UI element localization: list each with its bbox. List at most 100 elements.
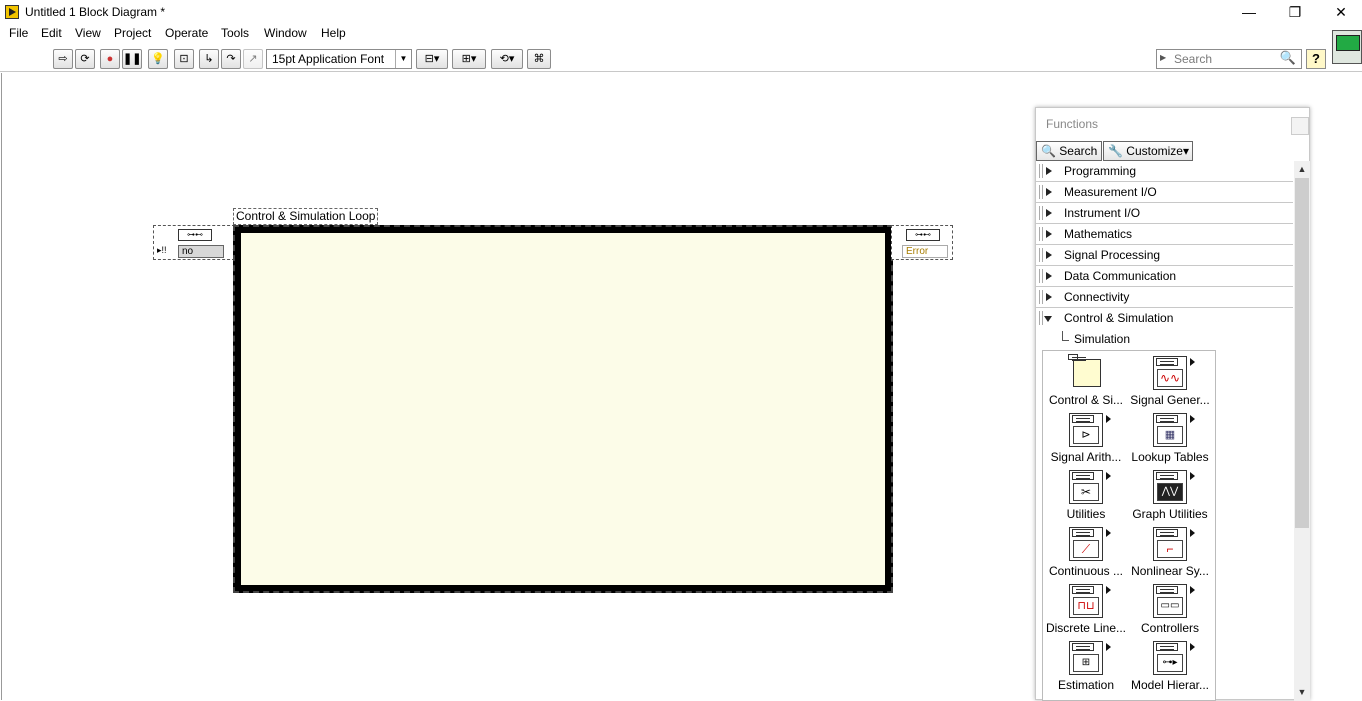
subcategory-label: Simulation bbox=[1074, 332, 1131, 346]
menu-help[interactable]: Help bbox=[321, 26, 346, 40]
clean-up-diagram-button[interactable]: ⌘ bbox=[527, 49, 551, 69]
palette-item-control-simulation-loop[interactable]: Control & Si... bbox=[1043, 351, 1129, 408]
step-over-button[interactable]: ↷ bbox=[221, 49, 241, 69]
category-label: Measurement I/O bbox=[1064, 185, 1157, 199]
subcategory-simulation[interactable]: Simulation bbox=[1036, 329, 1293, 350]
subpalette-header-icon bbox=[1072, 472, 1094, 480]
menu-bar: File Edit View Project Operate Tools Win… bbox=[0, 24, 1362, 44]
pause-button[interactable]: ❚❚ bbox=[122, 49, 142, 69]
output-node-icon: ⊶⊷ bbox=[906, 229, 940, 241]
run-button[interactable]: ⇨ bbox=[53, 49, 73, 69]
align-icon: ⊟▾ bbox=[424, 53, 440, 65]
submenu-arrow-icon bbox=[1190, 358, 1195, 366]
step-response-icon: ⊓⊔ bbox=[1073, 597, 1099, 615]
highlight-execution-button[interactable]: 💡 bbox=[148, 49, 168, 69]
tools-icon: ✂ bbox=[1073, 483, 1099, 501]
category-instrument-io[interactable]: Instrument I/O bbox=[1036, 203, 1293, 224]
palette-item-nonlinear-systems[interactable]: ⌐ Nonlinear Sy... bbox=[1127, 522, 1213, 579]
menu-file[interactable]: File bbox=[9, 26, 28, 40]
category-programming[interactable]: Programming bbox=[1036, 161, 1293, 182]
step-out-button[interactable]: ↗ bbox=[243, 49, 263, 69]
palette-item-label: Controllers bbox=[1140, 621, 1200, 635]
palette-close-button[interactable] bbox=[1291, 117, 1309, 135]
scroll-up-icon[interactable]: ▲ bbox=[1294, 161, 1310, 178]
loop-label[interactable]: Control & Simulation Loop bbox=[233, 208, 379, 225]
palette-item-model-hierarchy[interactable]: ⊶▸ Model Hierar... bbox=[1127, 636, 1213, 693]
search-dropdown-icon: ▶ bbox=[1160, 53, 1167, 62]
palette-search-label: Search bbox=[1059, 144, 1098, 158]
expand-arrow-icon bbox=[1046, 251, 1052, 259]
palette-item-discrete-linear-systems[interactable]: ⊓⊔ Discrete Line... bbox=[1043, 579, 1129, 636]
palette-item-lookup-tables[interactable]: ▦ Lookup Tables bbox=[1127, 408, 1213, 465]
loop-node-icon bbox=[1068, 354, 1086, 361]
context-help-button[interactable]: ? bbox=[1306, 49, 1326, 69]
category-data-communication[interactable]: Data Communication bbox=[1036, 266, 1293, 287]
pause-icon: ❚❚ bbox=[123, 53, 142, 65]
vi-icon[interactable] bbox=[1332, 30, 1362, 64]
align-objects-button[interactable]: ⊟▾ bbox=[416, 49, 448, 69]
palette-item-label: Signal Gener... bbox=[1130, 393, 1210, 407]
palette-scrollbar[interactable]: ▲ ▼ bbox=[1294, 161, 1310, 701]
close-button[interactable]: ✕ bbox=[1318, 2, 1362, 22]
distribute-objects-button[interactable]: ⊞▾ bbox=[452, 49, 486, 69]
utilities-icon: ✂ bbox=[1069, 470, 1111, 504]
subpalette-header-icon bbox=[1156, 643, 1178, 651]
loop-interior[interactable] bbox=[241, 233, 885, 585]
step-into-button[interactable]: ↳ bbox=[199, 49, 219, 69]
minimize-button[interactable]: — bbox=[1226, 2, 1272, 22]
graph-icon: ⋀⋁ bbox=[1157, 483, 1183, 501]
nonlinear-curve-icon: ⌐ bbox=[1157, 540, 1183, 558]
signal-generation-icon: ∿∿ bbox=[1153, 356, 1195, 390]
category-measurement-io[interactable]: Measurement I/O bbox=[1036, 182, 1293, 203]
restore-button[interactable]: ❐ bbox=[1272, 2, 1318, 22]
search-input[interactable]: ▶ Search 🔍 bbox=[1156, 49, 1302, 69]
palette-item-continuous-linear-systems[interactable]: ⟋ Continuous ... bbox=[1043, 522, 1129, 579]
subpalette-header-icon bbox=[1156, 529, 1178, 537]
input-node[interactable]: ⊶⊷ no ▸!! bbox=[153, 225, 235, 260]
wrench-icon: 🔧 bbox=[1108, 144, 1123, 158]
input-node-icon: ⊶⊷ bbox=[178, 229, 212, 241]
chevron-down-icon: ▼ bbox=[395, 50, 411, 68]
arithmetic-icon: ⊳ bbox=[1073, 426, 1099, 444]
functions-palette[interactable]: Functions 🔍 Search 🔧 Customize▾ Programm… bbox=[1035, 107, 1310, 701]
palette-search-button[interactable]: 🔍 Search bbox=[1036, 141, 1102, 161]
search-icon: 🔍 bbox=[1279, 50, 1296, 65]
abort-button[interactable]: ● bbox=[100, 49, 120, 69]
menu-window[interactable]: Window bbox=[264, 26, 307, 40]
category-signal-processing[interactable]: Signal Processing bbox=[1036, 245, 1293, 266]
palette-item-label: Signal Arith... bbox=[1050, 450, 1122, 464]
step-out-icon: ↗ bbox=[248, 53, 258, 65]
control-simulation-loop[interactable] bbox=[233, 225, 893, 593]
font-selector[interactable]: 15pt Application Font ▼ bbox=[266, 49, 412, 69]
run-continuously-button[interactable]: ⟳ bbox=[75, 49, 95, 69]
palette-customize-button[interactable]: 🔧 Customize▾ bbox=[1103, 141, 1193, 161]
simulation-palette-grid: Control & Si... ∿∿ Signal Gener... ⊳ Sig… bbox=[1042, 350, 1216, 701]
palette-item-signal-arithmetic[interactable]: ⊳ Signal Arith... bbox=[1043, 408, 1129, 465]
subpalette-header-icon bbox=[1072, 586, 1094, 594]
retain-wire-values-button[interactable]: ⊡ bbox=[174, 49, 194, 69]
palette-item-label: Control & Si... bbox=[1048, 393, 1124, 407]
palette-item-estimation[interactable]: ⊞ Estimation bbox=[1043, 636, 1129, 693]
category-control-simulation[interactable]: Control & Simulation bbox=[1036, 308, 1293, 329]
category-connectivity[interactable]: Connectivity bbox=[1036, 287, 1293, 308]
menu-view[interactable]: View bbox=[75, 26, 101, 40]
output-node[interactable]: ⊶⊷ Error bbox=[891, 225, 953, 260]
scrollbar-thumb[interactable] bbox=[1295, 178, 1309, 528]
menu-project[interactable]: Project bbox=[114, 26, 151, 40]
category-label: Signal Processing bbox=[1064, 248, 1161, 262]
palette-item-label: Discrete Line... bbox=[1045, 621, 1127, 635]
palette-item-signal-generation[interactable]: ∿∿ Signal Gener... bbox=[1127, 351, 1213, 408]
labview-app-icon bbox=[5, 5, 19, 19]
palette-customize-label: Customize▾ bbox=[1126, 144, 1190, 158]
reorder-button[interactable]: ⟲▾ bbox=[491, 49, 523, 69]
menu-tools[interactable]: Tools bbox=[221, 26, 249, 40]
palette-item-graph-utilities[interactable]: ⋀⋁ Graph Utilities bbox=[1127, 465, 1213, 522]
menu-edit[interactable]: Edit bbox=[41, 26, 62, 40]
palette-item-utilities[interactable]: ✂ Utilities bbox=[1043, 465, 1129, 522]
scroll-down-icon[interactable]: ▼ bbox=[1294, 684, 1310, 701]
menu-operate[interactable]: Operate bbox=[165, 26, 208, 40]
nonlinear-systems-icon: ⌐ bbox=[1153, 527, 1195, 561]
subpalette-header-icon bbox=[1156, 472, 1178, 480]
category-mathematics[interactable]: Mathematics bbox=[1036, 224, 1293, 245]
palette-item-controllers[interactable]: ▭▭ Controllers bbox=[1127, 579, 1213, 636]
